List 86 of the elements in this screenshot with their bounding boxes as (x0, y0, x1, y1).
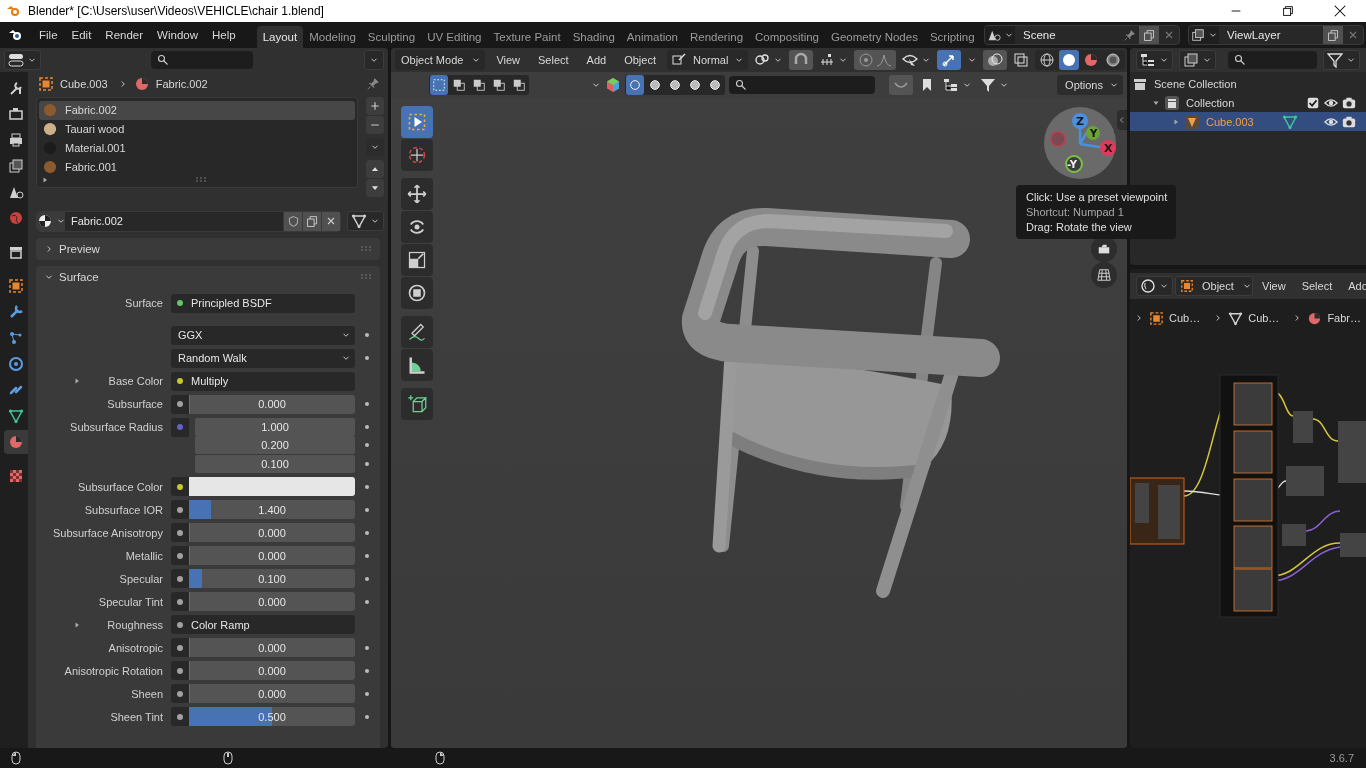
workspace-tab[interactable]: Modeling (303, 26, 362, 48)
menu-item[interactable]: File (32, 25, 65, 45)
value-slider[interactable]: 0.000 (189, 546, 355, 565)
panel-header[interactable]: Surface (36, 265, 380, 288)
vector-field[interactable]: 0.200 (195, 436, 355, 455)
value-slider[interactable]: 0.000 (189, 523, 355, 542)
menu-item[interactable]: Select (531, 50, 576, 70)
value-slider[interactable]: 0.000 (189, 394, 355, 414)
property-label: Sheen Tint (110, 710, 163, 723)
value-slider[interactable]: 0.000 (189, 638, 355, 657)
workspace-tab[interactable]: Geometry Nodes (825, 26, 924, 48)
outliner-label: Cube.003 (1206, 115, 1254, 128)
workspace-tab[interactable]: Animation (620, 26, 684, 48)
axis-label: Y (1090, 128, 1098, 139)
vector-field[interactable]: 1.000 (195, 418, 355, 436)
outliner-label: Collection (1186, 96, 1235, 109)
property-label: Base Color (108, 375, 163, 387)
property-label: Anisotropic Rotation (64, 664, 163, 677)
workspace-tab[interactable]: Layout (256, 26, 304, 48)
property-label: Specular Tint (98, 595, 163, 608)
tooltip-line: Drag: Rotate the view (1026, 221, 1133, 233)
options-dropdown[interactable]: Options (1057, 75, 1123, 95)
workspace-tab[interactable]: UV Editing (421, 26, 488, 48)
property-label: Roughness (107, 618, 163, 631)
breadcrumb-item: Cub… (1248, 312, 1280, 324)
panel-header[interactable]: Preview (36, 237, 380, 260)
value-slider[interactable]: 0.000 (189, 661, 355, 680)
outliner-label: Scene Collection (1154, 77, 1237, 90)
menu-item[interactable]: View (1255, 276, 1293, 296)
menu-item[interactable]: Object (617, 50, 663, 70)
property-label: Subsurface Radius (70, 421, 163, 433)
workspace-tab[interactable]: Rendering (684, 26, 750, 48)
tooltip-line: Click: Use a preset viewpoint (1026, 191, 1166, 203)
menu-item[interactable]: Select (1294, 276, 1340, 296)
vector-field[interactable]: 0.100 (195, 454, 355, 473)
menu-item[interactable]: Add (579, 50, 614, 70)
linked-node-field[interactable]: Color Ramp (171, 615, 355, 634)
workspace-tab[interactable]: Scripting (923, 26, 981, 48)
breadcrumb-item: Fabric.002 (155, 78, 208, 91)
property-label: Metallic (125, 549, 163, 562)
workspace-tab[interactable]: Sculpting (361, 26, 422, 48)
value-slider[interactable]: 0.100 (189, 569, 355, 588)
property-label: Subsurface Anisotropy (52, 526, 163, 539)
outliner-row[interactable]: Scene Collection (1130, 74, 1366, 93)
workspace-tab[interactable]: Shading (566, 26, 621, 48)
linked-node-field[interactable]: Multiply (171, 371, 355, 391)
property-label: Subsurface Color (78, 480, 163, 493)
value-slider[interactable]: 0.000 (189, 592, 355, 611)
orientation-dropdown[interactable]: Normal (667, 50, 749, 70)
menu-item[interactable]: View (489, 50, 528, 70)
menu-item[interactable]: Window (150, 25, 205, 45)
property-label: Subsurface IOR (84, 503, 163, 516)
material-slot[interactable]: Fabric.002 (39, 100, 355, 120)
value-slider[interactable]: 0.500 (189, 707, 355, 726)
material-slot[interactable]: Material.001 (39, 138, 355, 158)
axis-label: X (1104, 142, 1113, 155)
workspace-tab[interactable]: Texture Paint (487, 26, 567, 48)
breadcrumb-item: Cube.003 (60, 78, 108, 91)
value-slider[interactable]: 0.000 (189, 684, 355, 703)
version-label: 3.6.7 (1329, 752, 1354, 764)
material-slot[interactable]: Fabric.001 (39, 157, 355, 177)
menu-item[interactable]: Help (205, 25, 243, 45)
property-label: Sheen (131, 687, 163, 700)
shader-type-dropdown[interactable]: Object (1175, 276, 1253, 296)
axis-label: Z (1076, 115, 1084, 128)
outliner-row[interactable]: Collection (1130, 93, 1366, 112)
breadcrumb-item: Cub… (1169, 312, 1201, 324)
workspace-tab[interactable]: Compositing (749, 26, 825, 48)
menu-item[interactable]: Edit (64, 25, 99, 45)
property-label: Specular (119, 572, 163, 585)
menu-item[interactable]: Render (98, 25, 151, 45)
value-slider[interactable]: 1.400 (189, 500, 355, 519)
breadcrumb-item: Fabr… (1327, 312, 1361, 324)
outliner-row[interactable]: Cube.003 (1130, 112, 1366, 131)
axis-label: -Y (1067, 159, 1077, 170)
linked-node-field[interactable]: Principled BSDF (171, 293, 355, 313)
navigation-gizmo[interactable]: Z Y X -Y (1041, 104, 1119, 182)
material-slot[interactable]: Tauari wood (39, 119, 355, 139)
tooltip-line: Shortcut: Numpad 1 (1026, 206, 1125, 218)
dropdown[interactable]: Random Walk (171, 348, 355, 368)
dropdown[interactable]: GGX (171, 325, 355, 345)
property-label: Subsurface (107, 398, 163, 410)
property-label: Anisotropic (108, 641, 163, 654)
mode-dropdown[interactable]: Object Mode (395, 50, 486, 70)
property-label: Surface (125, 297, 163, 309)
window-title: Blender* [C:\Users\user\Videos\VEHICLE\chair 1.blend] (28, 4, 324, 18)
